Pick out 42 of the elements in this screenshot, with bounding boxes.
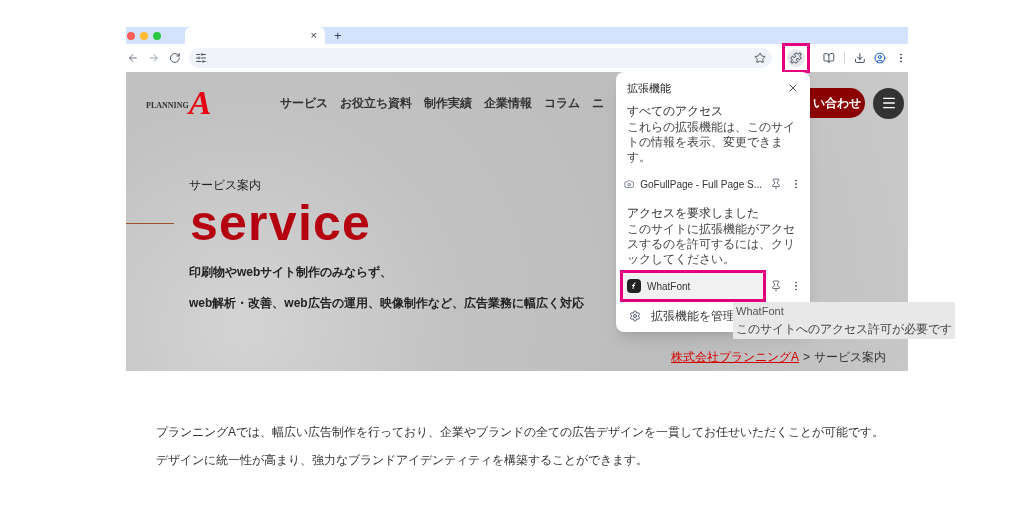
hero-text: 印刷物やwebサイト制作のみならず、	[189, 264, 393, 281]
section-heading: アクセスを要求しました	[627, 205, 759, 222]
extension-item[interactable]: WhatFont	[620, 270, 766, 302]
nav-link[interactable]: サービス	[280, 94, 328, 112]
nav-link[interactable]: お役立ち資料	[340, 94, 412, 112]
hero-title: service	[190, 196, 372, 250]
menu-icon	[880, 95, 897, 111]
nav-link[interactable]: 制作実績	[424, 94, 472, 112]
reload-icon[interactable]	[168, 52, 181, 64]
tab-close-button[interactable]: ×	[310, 30, 317, 41]
pin-icon[interactable]	[770, 280, 782, 292]
section-description: これらの拡張機能は、このサイトの情報を表示、変更できます。	[626, 120, 796, 165]
nav-link[interactable]: 企業情報	[484, 94, 532, 112]
settings-icon[interactable]	[629, 310, 641, 322]
reading-mode-icon[interactable]	[822, 52, 835, 64]
back-icon[interactable]	[127, 52, 139, 64]
hamburger-button[interactable]	[873, 87, 904, 119]
section-description: このサイトに拡張機能がアクセスするのを許可するには、クリックしてください。	[626, 222, 796, 267]
camera-icon	[624, 177, 635, 191]
browser-tab[interactable]: ×	[185, 27, 325, 44]
bookmark-star-icon[interactable]	[754, 52, 767, 64]
nav-link[interactable]: コラム	[544, 94, 580, 112]
tooltip-title: WhatFont	[736, 304, 784, 319]
font-icon	[627, 279, 641, 293]
breadcrumb-separator: >	[803, 349, 810, 366]
puzzle-icon	[790, 52, 803, 64]
site-info-icon[interactable]	[195, 52, 208, 64]
popup-title: 拡張機能	[627, 80, 671, 96]
new-tab-button[interactable]: +	[334, 29, 342, 42]
section-heading: すべてのアクセス	[627, 103, 723, 120]
section-eyebrow: サービス案内	[189, 177, 261, 194]
breadcrumb-current: サービス案内	[814, 349, 886, 366]
body-paragraph: プランニングAでは、幅広い広告制作を行っており、企業やブランドの全ての広告デザインを一貫してお任せいただくことが可能です。	[156, 424, 884, 441]
pin-icon[interactable]	[770, 178, 782, 190]
close-icon[interactable]	[787, 82, 799, 94]
extension-item[interactable]: GoFullPage - Full Page S...	[620, 168, 766, 200]
hero-text: web解析・改善、web広告の運用、映像制作など、広告業務に幅広く対応	[189, 295, 584, 312]
profile-icon[interactable]	[874, 52, 887, 64]
download-icon[interactable]	[853, 52, 866, 64]
tooltip-text: このサイトへのアクセス許可が必要です	[736, 320, 952, 338]
nav-link[interactable]: ニ	[592, 94, 604, 112]
body-paragraph: デザインに統一性が高まり、強力なブランドアイデンティティを構築することができます。	[156, 452, 648, 469]
